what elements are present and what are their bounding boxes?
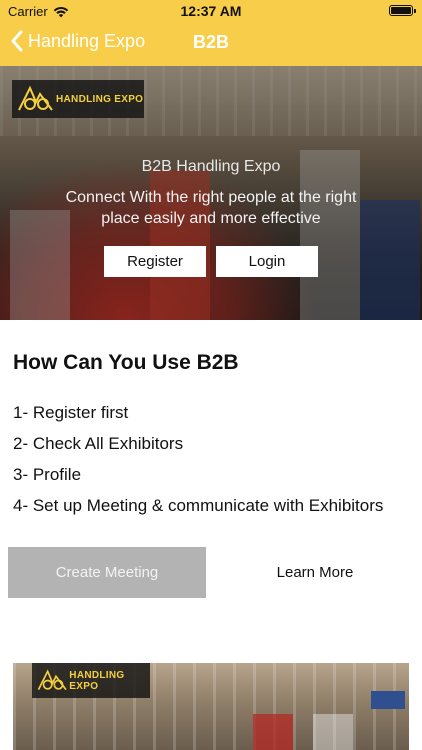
- hero-title: B2B Handling Expo: [141, 158, 281, 175]
- create-meeting-button[interactable]: Create Meeting: [8, 547, 206, 598]
- login-button[interactable]: Login: [216, 246, 318, 277]
- expo-logo-icon: [18, 85, 53, 111]
- bottom-image-booth: [253, 714, 293, 750]
- expo-logo-text: HANDLING EXPO: [69, 669, 125, 692]
- expo-logo: HANDLING EXPO: [12, 80, 144, 118]
- battery-icon: [389, 5, 416, 16]
- hero-banner: HANDLING EXPO B2B Handling Expo Connect …: [0, 66, 422, 320]
- expo-logo-text: HANDLING EXPO: [56, 93, 144, 105]
- navigation-bar: Handling Expo B2B: [0, 26, 422, 62]
- status-bar: Carrier 12:37 AM: [0, 0, 422, 22]
- page-title: B2B: [192, 32, 229, 52]
- bottom-image-sign: [371, 691, 405, 709]
- step-item: 1- Register first: [13, 403, 129, 422]
- hero-subtitle: Connect With the right people at the rig…: [65, 189, 357, 227]
- step-item: 2- Check All Exhibitors: [13, 434, 184, 453]
- bottom-banner-image: HANDLING EXPO: [13, 663, 409, 750]
- section-heading: How Can You Use B2B: [13, 351, 239, 374]
- expo-logo: HANDLING EXPO: [32, 663, 150, 698]
- steps-list: 1- Register first 2- Check All Exhibitor…: [13, 402, 383, 526]
- register-button[interactable]: Register: [104, 246, 206, 277]
- status-time: 12:37 AM: [180, 3, 242, 19]
- learn-more-button[interactable]: Learn More: [216, 547, 414, 598]
- top-bar: Carrier 12:37 AM Handling Expo B2B: [0, 0, 422, 66]
- step-item: 3- Profile: [13, 465, 82, 484]
- expo-logo-icon: [37, 669, 67, 691]
- bottom-image-booth: [313, 714, 353, 750]
- step-item: 4- Set up Meeting & communicate with Exh…: [13, 496, 384, 515]
